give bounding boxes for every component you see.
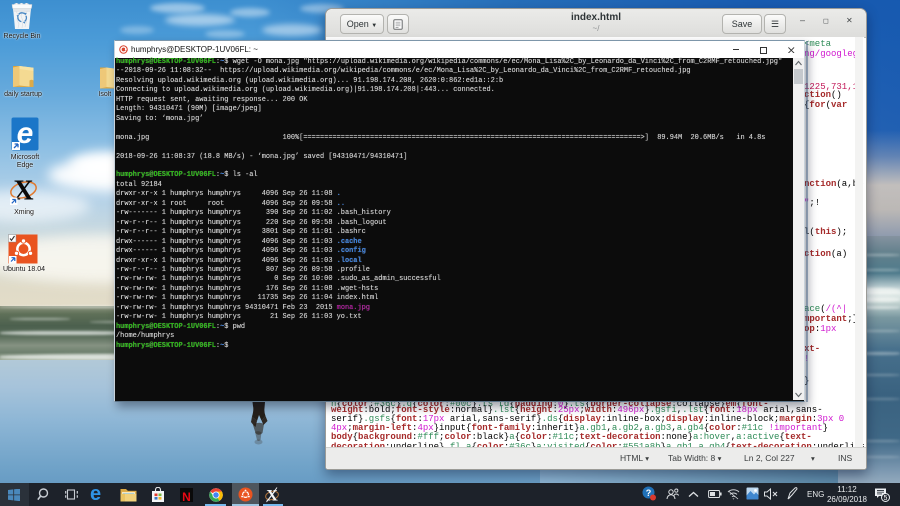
svg-text:X: X [266,488,278,504]
svg-text:5: 5 [884,495,888,502]
